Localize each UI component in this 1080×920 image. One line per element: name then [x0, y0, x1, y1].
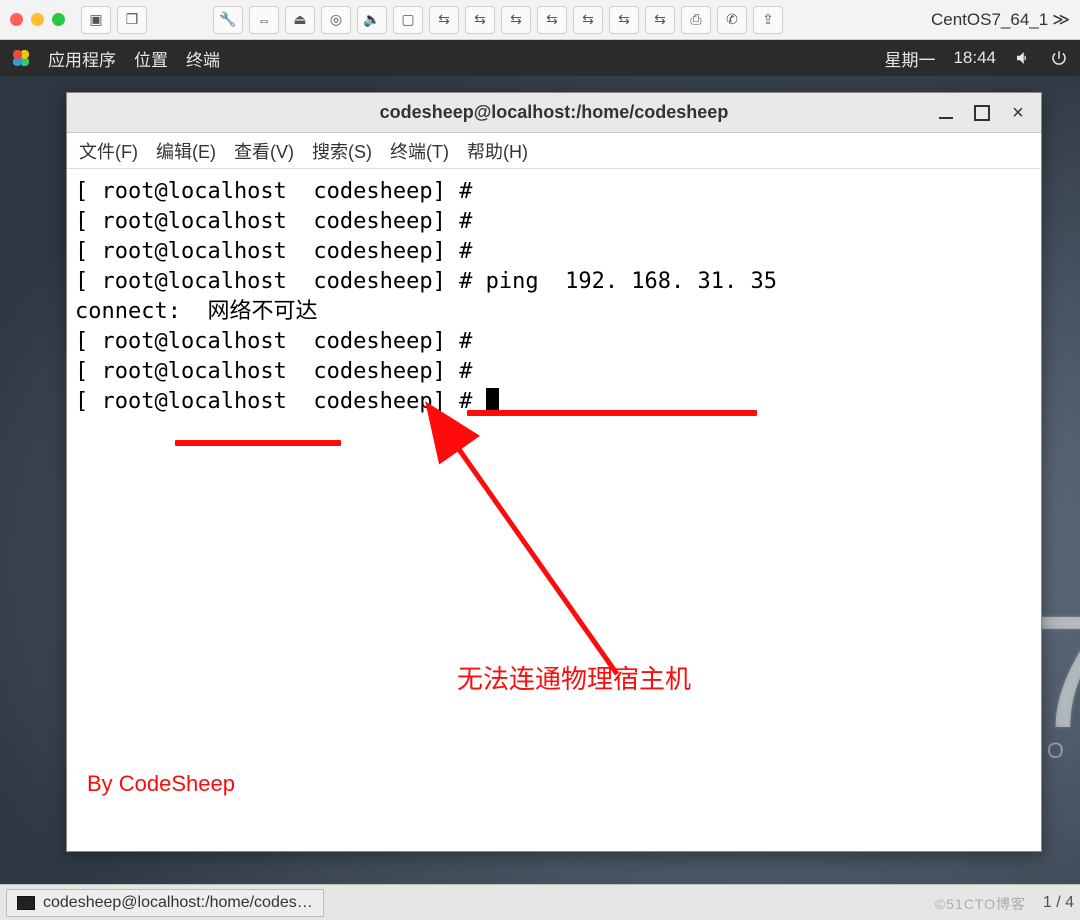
desktop-wallpaper: 7 ITO codesheep@localhost:/home/codeshee…	[0, 76, 1080, 884]
terminal-line: [ root@localhost codesheep] #	[75, 237, 1033, 267]
terminal-window: codesheep@localhost:/home/codesheep × 文件…	[66, 92, 1042, 852]
usb3-icon[interactable]: ⇆	[501, 6, 531, 34]
taskbar-item-label: codesheep@localhost:/home/codes…	[43, 894, 313, 912]
ping-command: ping 192. 168. 31. 35	[486, 269, 777, 294]
host-button-group-tools: 🔧 ⇔ ⏏ ◎ 🔈 ▢ ⇆ ⇆ ⇆ ⇆ ⇆ ⇆ ⇆ ⎙ ✆ ⇪	[213, 6, 783, 34]
menu-terminal[interactable]: 终端(T)	[390, 138, 449, 164]
byline-text: By CodeSheep	[87, 769, 235, 799]
terminal-line: [ root@localhost codesheep] #	[75, 207, 1033, 237]
menu-terminal[interactable]: 终端	[186, 46, 220, 71]
activities-icon[interactable]	[12, 49, 30, 67]
host-button-group-left: ▣ ❐	[81, 6, 147, 34]
clock-weekday[interactable]: 星期一	[884, 46, 935, 71]
printer-icon[interactable]: ⎙	[681, 6, 711, 34]
minimize-dot-icon[interactable]	[31, 13, 44, 26]
annotation-underline-ping	[467, 410, 757, 416]
terminal-line: [ root@localhost codesheep] #	[75, 327, 1033, 357]
wrench-icon[interactable]: 🔧	[213, 6, 243, 34]
camera-icon[interactable]: ▢	[393, 6, 423, 34]
terminal-titlebar[interactable]: codesheep@localhost:/home/codesheep ×	[67, 93, 1041, 133]
menu-places[interactable]: 位置	[134, 46, 168, 71]
phone-icon[interactable]: ✆	[717, 6, 747, 34]
terminal-line: [ root@localhost codesheep] #	[75, 177, 1033, 207]
usb5-icon[interactable]: ⇆	[573, 6, 603, 34]
usb1-icon[interactable]: ⇆	[429, 6, 459, 34]
optical-icon[interactable]: ◎	[321, 6, 351, 34]
zoom-dot-icon[interactable]	[52, 13, 65, 26]
annotation-arrow-icon	[437, 424, 637, 694]
usb7-icon[interactable]: ⇆	[645, 6, 675, 34]
workspace-indicator[interactable]: 1 / 4	[1043, 894, 1074, 912]
host-top-bar: ▣ ❐ 🔧 ⇔ ⏏ ◎ 🔈 ▢ ⇆ ⇆ ⇆ ⇆ ⇆ ⇆ ⇆ ⎙ ✆ ⇪ Cent…	[0, 0, 1080, 40]
menu-search[interactable]: 搜索(S)	[312, 138, 372, 164]
usb6-icon[interactable]: ⇆	[609, 6, 639, 34]
prompt-text: [ root@localhost codesheep] #	[75, 269, 486, 294]
terminal-line: connect: 网络不可达	[75, 297, 1033, 327]
menu-applications[interactable]: 应用程序	[48, 46, 116, 71]
usb4-icon[interactable]: ⇆	[537, 6, 567, 34]
terminal-title-text: codesheep@localhost:/home/codesheep	[67, 102, 1041, 123]
host-vm-title-text: CentOS7_64_1	[931, 10, 1048, 30]
usb2-icon[interactable]: ⇆	[465, 6, 495, 34]
annotation-text: 无法连通物理宿主机	[457, 664, 691, 694]
disk-icon[interactable]: ⏏	[285, 6, 315, 34]
maximize-icon[interactable]	[973, 104, 991, 122]
terminal-line: [ root@localhost codesheep] #	[75, 357, 1033, 387]
host-button-snapshot[interactable]: ❐	[117, 6, 147, 34]
host-vm-title: CentOS7_64_1 ≫	[931, 10, 1070, 30]
minimize-icon[interactable]	[937, 104, 955, 122]
chevron-right-icon[interactable]: ≫	[1052, 10, 1070, 30]
menu-edit[interactable]: 编辑(E)	[156, 138, 216, 164]
taskbar-item-terminal[interactable]: codesheep@localhost:/home/codes…	[6, 889, 324, 917]
menu-file[interactable]: 文件(F)	[79, 138, 138, 164]
host-button-layout[interactable]: ▣	[81, 6, 111, 34]
power-icon[interactable]	[1050, 49, 1068, 67]
volume-icon[interactable]	[1014, 49, 1032, 67]
terminal-body[interactable]: [ root@localhost codesheep] # [ root@loc…	[67, 169, 1041, 851]
annotation-underline-connect	[175, 440, 341, 446]
audio-icon[interactable]: 🔈	[357, 6, 387, 34]
close-icon[interactable]: ×	[1009, 104, 1027, 122]
close-dot-icon[interactable]	[10, 13, 23, 26]
resize-icon[interactable]: ⇔	[249, 6, 279, 34]
gnome-top-bar: 应用程序 位置 终端 星期一 18:44	[0, 40, 1080, 76]
terminal-cursor	[486, 388, 499, 412]
gnome-taskbar: codesheep@localhost:/home/codes… 1 / 4	[0, 884, 1080, 920]
terminal-menubar: 文件(F) 编辑(E) 查看(V) 搜索(S) 终端(T) 帮助(H)	[67, 133, 1041, 169]
terminal-line: [ root@localhost codesheep] # ping 192. …	[75, 267, 1033, 297]
clock-time[interactable]: 18:44	[953, 48, 996, 68]
prompt-text: [ root@localhost codesheep] #	[75, 389, 486, 414]
traffic-lights	[10, 13, 65, 26]
menu-help[interactable]: 帮助(H)	[467, 138, 528, 164]
menu-view[interactable]: 查看(V)	[234, 138, 294, 164]
watermark-text: ©51CTO博客	[935, 894, 1026, 914]
share-icon[interactable]: ⇪	[753, 6, 783, 34]
terminal-task-icon	[17, 896, 35, 910]
